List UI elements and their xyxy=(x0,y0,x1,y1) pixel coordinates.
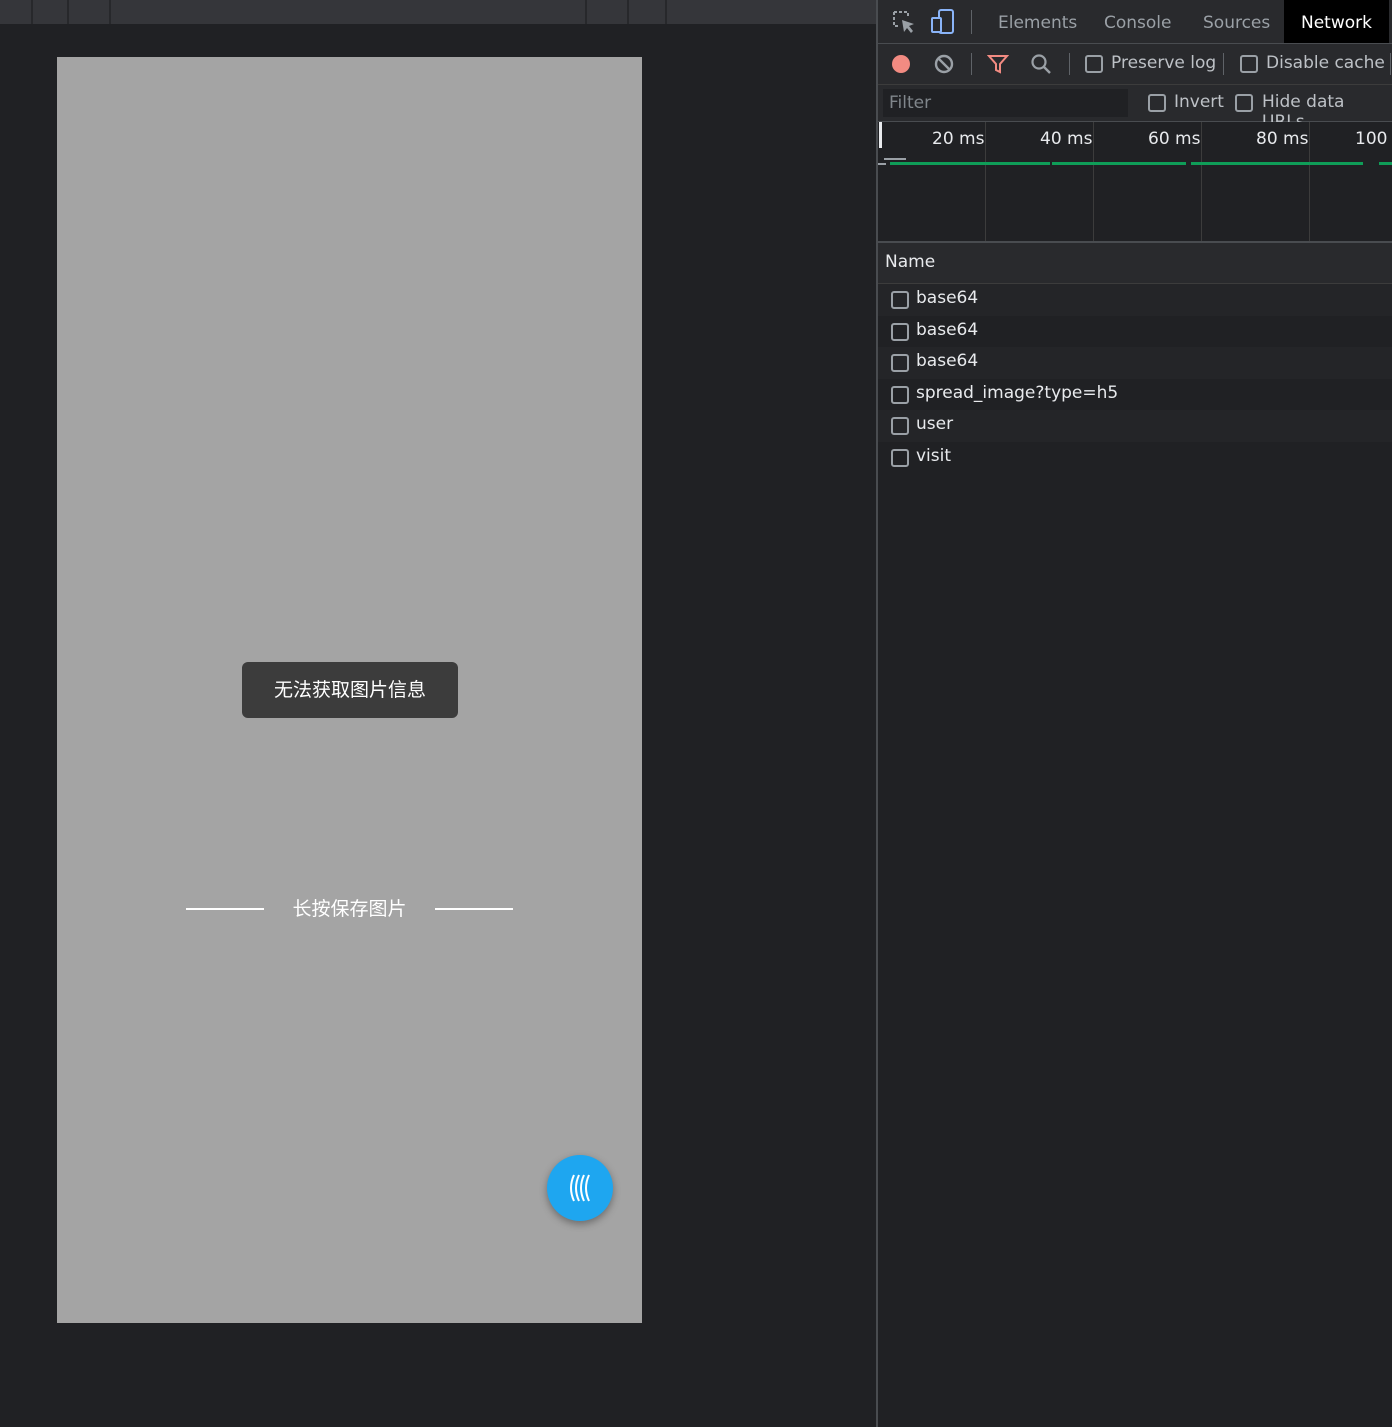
request-timing-bar xyxy=(1379,162,1392,165)
tab-elements[interactable]: Elements xyxy=(998,0,1077,43)
toolbar-divider xyxy=(31,0,33,24)
request-waiting-bar xyxy=(878,163,886,165)
timeline-tick: 100 ms xyxy=(1355,129,1392,149)
invert-checkbox[interactable] xyxy=(1148,94,1166,112)
request-name: user xyxy=(916,414,954,434)
preserve-log-label: Preserve log xyxy=(1111,53,1217,73)
request-row[interactable]: base64 xyxy=(878,284,1392,316)
timeline-gridline xyxy=(1309,122,1310,241)
request-name: visit xyxy=(916,445,952,466)
toolbar-divider xyxy=(665,0,667,24)
request-row-checkbox[interactable] xyxy=(891,385,909,404)
network-overview-timeline[interactable]: 20 ms 40 ms 60 ms 80 ms 100 ms xyxy=(878,122,1392,243)
request-name: base64 xyxy=(916,319,979,340)
error-toast: 无法获取图片信息 xyxy=(242,662,458,718)
tab-sources[interactable]: Sources xyxy=(1203,0,1270,43)
filter-bar: Invert Hide data URLs xyxy=(878,85,1392,132)
request-row-checkbox[interactable] xyxy=(891,322,909,341)
floating-action-button[interactable] xyxy=(547,1155,613,1221)
request-name: base64 xyxy=(916,351,979,371)
device-toggle-icon[interactable] xyxy=(930,9,956,35)
timeline-gridline xyxy=(1201,122,1202,241)
request-row-checkbox[interactable] xyxy=(891,291,909,309)
hide-data-urls-checkbox[interactable] xyxy=(1235,94,1253,112)
timeline-tick: 60 ms xyxy=(1148,129,1201,149)
disable-cache-label: Disable cache xyxy=(1266,53,1385,73)
request-row[interactable]: visit xyxy=(878,441,1392,473)
save-hint: 长按保存图片 xyxy=(186,896,513,922)
inspect-element-icon[interactable] xyxy=(891,9,917,35)
timeline-gridline xyxy=(985,122,986,241)
request-row[interactable]: base64 xyxy=(878,347,1392,379)
network-toolbar: Preserve log Disable cache xyxy=(878,44,1392,85)
invert-label: Invert xyxy=(1174,92,1224,112)
search-icon[interactable] xyxy=(1030,53,1052,75)
toolbar-divider xyxy=(1390,53,1391,75)
disable-cache-checkbox[interactable] xyxy=(1240,55,1258,73)
timeline-tick: 40 ms xyxy=(1040,129,1093,149)
save-hint-text: 长按保存图片 xyxy=(292,898,407,920)
toolbar-divider xyxy=(67,0,69,24)
clear-icon[interactable] xyxy=(934,54,954,74)
device-screen[interactable]: 无法获取图片信息 长按保存图片 xyxy=(57,57,642,1323)
request-row[interactable]: user xyxy=(878,410,1392,442)
toolbar-divider xyxy=(1069,53,1070,75)
timeline-cursor xyxy=(879,122,882,148)
request-row-checkbox[interactable] xyxy=(891,417,909,435)
timeline-tick: 20 ms xyxy=(932,129,985,149)
timeline-gridline xyxy=(1093,122,1094,241)
toolbar-divider xyxy=(109,0,111,24)
name-column-header[interactable]: Name xyxy=(885,252,935,272)
hint-divider-left xyxy=(186,908,264,910)
request-row[interactable]: spread_image?type=h5 xyxy=(878,378,1392,410)
request-timing-bar xyxy=(890,162,1050,165)
device-toolbar xyxy=(0,0,876,24)
request-timing-bar xyxy=(1052,162,1186,165)
requests-table-header[interactable]: Name xyxy=(878,243,1392,284)
tab-divider xyxy=(971,10,972,34)
device-viewport-area: 无法获取图片信息 长按保存图片 xyxy=(0,0,876,1427)
request-name: base64 xyxy=(916,288,979,308)
request-waiting-bar xyxy=(884,158,906,160)
devtools-tabbar: Elements Console Sources Network xyxy=(878,0,1392,44)
filter-icon[interactable] xyxy=(987,54,1009,74)
request-row-checkbox[interactable] xyxy=(891,354,909,372)
timeline-tick: 80 ms xyxy=(1256,129,1309,149)
toolbar-divider xyxy=(971,53,972,75)
tab-console[interactable]: Console xyxy=(1104,0,1172,43)
request-name: spread_image?type=h5 xyxy=(916,382,1119,403)
request-row[interactable]: base64 xyxy=(878,315,1392,347)
wave-icon xyxy=(570,1174,590,1202)
filter-input[interactable] xyxy=(883,89,1128,117)
toolbar-divider xyxy=(1223,53,1224,75)
toolbar-divider xyxy=(585,0,587,24)
preserve-log-checkbox[interactable] xyxy=(1085,55,1103,73)
request-timing-bar xyxy=(1191,162,1363,165)
tab-network[interactable]: Network xyxy=(1284,0,1389,43)
toolbar-divider xyxy=(627,0,629,24)
requests-table: base64 base64 base64 spread_image?type=h… xyxy=(878,284,1392,473)
hint-divider-right xyxy=(435,908,513,910)
record-button[interactable] xyxy=(892,55,910,73)
request-row-checkbox[interactable] xyxy=(891,448,909,467)
devtools-panel: Elements Console Sources Network Preserv… xyxy=(876,0,1392,1427)
